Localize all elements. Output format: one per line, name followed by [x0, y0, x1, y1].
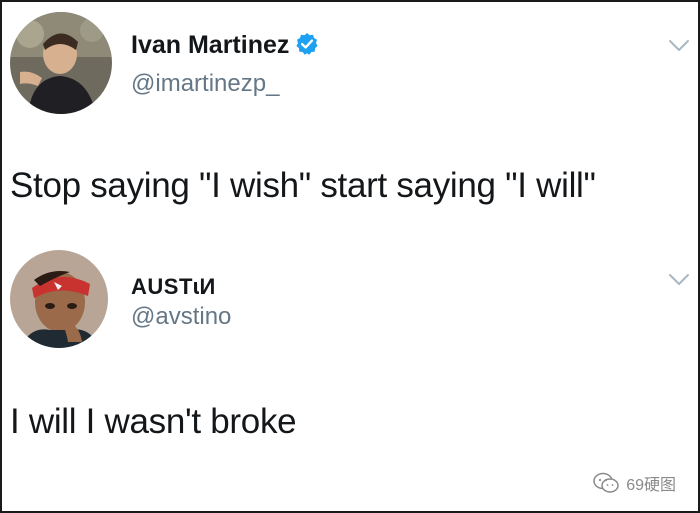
chevron-down-icon[interactable]: [668, 39, 690, 53]
avatar[interactable]: [10, 250, 108, 348]
watermark: 69硬图: [592, 471, 676, 495]
display-name-text[interactable]: Ivan Martinez: [131, 31, 289, 59]
tweet-text: I will I wasn't broke: [10, 402, 297, 441]
wechat-icon: [593, 472, 619, 493]
tweet-text: Stop saying "I wish" start saying "I wil…: [10, 166, 596, 205]
verified-badge-icon: [296, 33, 318, 55]
tweet-card[interactable]: Ivan Martinez @imartinezp_ Stop saying "…: [2, 2, 698, 237]
tweet-card[interactable]: AUSTɩИ @avstino I will I wasn't broke: [2, 242, 698, 472]
screenshot-frame: Ivan Martinez @imartinezp_ Stop saying "…: [0, 0, 700, 513]
display-name[interactable]: Ivan Martinez: [131, 31, 319, 60]
display-name[interactable]: AUSTɩИ: [131, 274, 216, 300]
avatar[interactable]: [10, 12, 112, 114]
person-avatar-icon: [10, 250, 108, 348]
watermark-text: 69硬图: [626, 477, 676, 494]
chevron-down-icon[interactable]: [668, 273, 690, 287]
user-handle[interactable]: @imartinezp_: [131, 70, 279, 98]
display-name-text[interactable]: AUSTɩИ: [131, 274, 216, 299]
user-handle[interactable]: @avstino: [131, 303, 231, 331]
person-avatar-icon: [10, 12, 112, 114]
